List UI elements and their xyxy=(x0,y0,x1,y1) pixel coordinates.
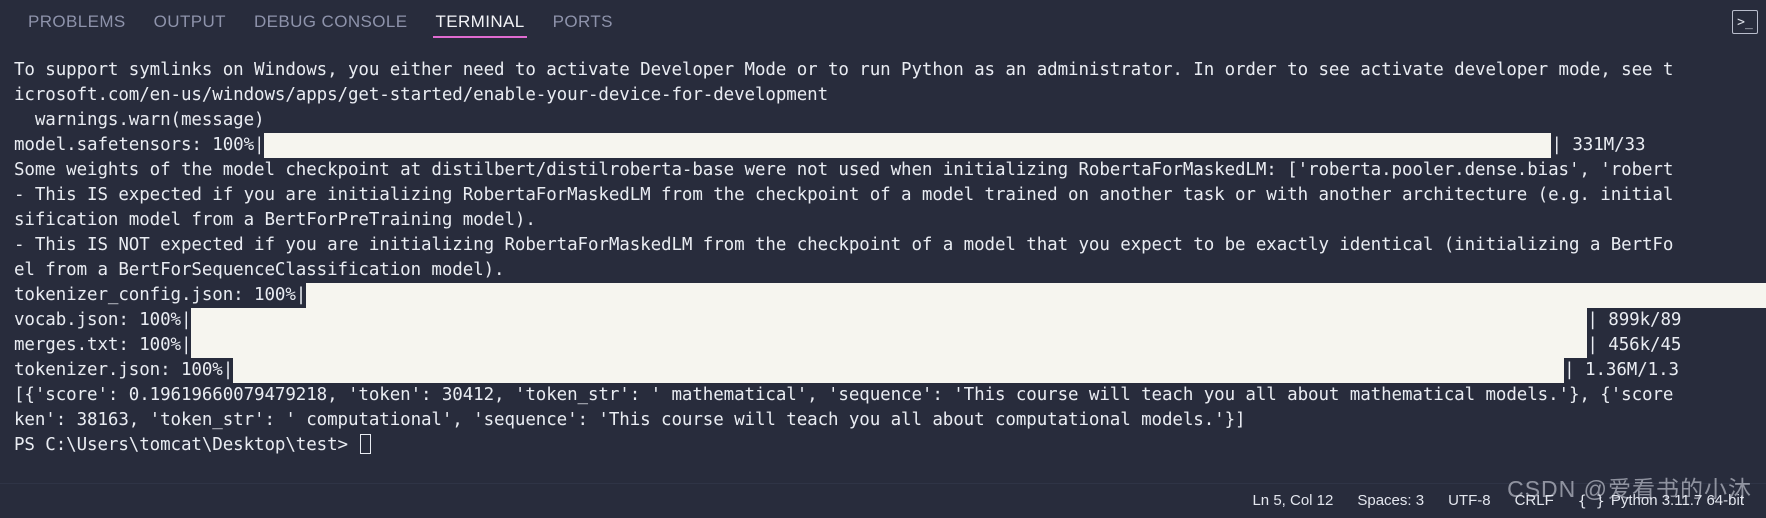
terminal-progress-line: tokenizer_config.json: 100%|| xyxy=(14,283,1766,308)
terminal-line-text: Some weights of the model checkpoint at … xyxy=(14,160,1674,180)
progress-tail: | 899k/89 xyxy=(1587,310,1682,330)
progress-label: tokenizer.json: 100%| xyxy=(14,360,234,380)
progress-bar-fill xyxy=(306,283,1766,308)
prompt-text: PS C:\Users\tomcat\Desktop\test> xyxy=(14,435,359,455)
progress-label: tokenizer_config.json: 100%| xyxy=(14,285,307,305)
panel-tab-bar: PROBLEMS OUTPUT DEBUG CONSOLE TERMINAL P… xyxy=(0,0,1766,44)
status-language-mode[interactable]: { } Python 3.11.7 64-bit xyxy=(1566,484,1756,518)
terminal-line-text: - This IS expected if you are initializi… xyxy=(14,185,1674,205)
braces-icon: { } xyxy=(1577,492,1605,510)
terminal-line-text: icrosoft.com/en-us/windows/apps/get-star… xyxy=(14,85,828,105)
tab-output[interactable]: OUTPUT xyxy=(140,0,240,44)
status-encoding[interactable]: UTF-8 xyxy=(1436,484,1503,518)
tab-ports[interactable]: PORTS xyxy=(539,0,627,44)
terminal-text-line: icrosoft.com/en-us/windows/apps/get-star… xyxy=(14,83,1766,108)
progress-bar-fill xyxy=(264,133,1552,158)
terminal-line-text: ken': 38163, 'token_str': ' computationa… xyxy=(14,410,1246,430)
new-terminal-icon[interactable]: >_ xyxy=(1732,10,1758,34)
terminal-progress-line: tokenizer.json: 100%| | 1.36M/1.3 xyxy=(14,358,1766,383)
progress-bar-fill xyxy=(191,333,1588,358)
status-cursor-position[interactable]: Ln 5, Col 12 xyxy=(1240,484,1345,518)
terminal-line-text: To support symlinks on Windows, you eith… xyxy=(14,60,1674,80)
progress-label: merges.txt: 100%| xyxy=(14,335,192,355)
terminal-output[interactable]: To support symlinks on Windows, you eith… xyxy=(0,44,1766,483)
terminal-line-text: el from a BertForSequenceClassification … xyxy=(14,260,505,280)
terminal-prompt-line: PS C:\Users\tomcat\Desktop\test> xyxy=(14,433,1766,458)
terminal-progress-line: vocab.json: 100%| | 899k/89 xyxy=(14,308,1766,333)
terminal-text-line: ken': 38163, 'token_str': ' computationa… xyxy=(14,408,1766,433)
terminal-line-text: [{'score': 0.19619660079479218, 'token':… xyxy=(14,385,1674,405)
status-indentation[interactable]: Spaces: 3 xyxy=(1345,484,1436,518)
terminal-line-text: warnings.warn(message) xyxy=(14,110,265,130)
tab-terminal[interactable]: TERMINAL xyxy=(421,0,538,44)
terminal-text-line: sification model from a BertForPreTraini… xyxy=(14,208,1766,233)
progress-tail: | 331M/33 xyxy=(1551,135,1646,155)
progress-label: model.safetensors: 100%| xyxy=(14,135,265,155)
progress-bar-fill xyxy=(191,308,1588,333)
terminal-text-line: To support symlinks on Windows, you eith… xyxy=(14,58,1766,83)
progress-tail: | 456k/45 xyxy=(1587,335,1682,355)
status-language-label: Python 3.11.7 64-bit xyxy=(1610,492,1744,509)
terminal-progress-line: model.safetensors: 100%| | 331M/33 xyxy=(14,133,1766,158)
status-line-ending[interactable]: CRLF xyxy=(1503,484,1566,518)
terminal-text-line: [{'score': 0.19619660079479218, 'token':… xyxy=(14,383,1766,408)
progress-label: vocab.json: 100%| xyxy=(14,310,192,330)
terminal-progress-line: merges.txt: 100%| | 456k/45 xyxy=(14,333,1766,358)
terminal-line-text: sification model from a BertForPreTraini… xyxy=(14,210,536,230)
progress-bar-fill xyxy=(233,358,1565,383)
terminal-text-line: Some weights of the model checkpoint at … xyxy=(14,158,1766,183)
tab-problems[interactable]: PROBLEMS xyxy=(14,0,140,44)
terminal-text-line: warnings.warn(message) xyxy=(14,108,1766,133)
vscode-panel: PROBLEMS OUTPUT DEBUG CONSOLE TERMINAL P… xyxy=(0,0,1766,518)
terminal-text-line: el from a BertForSequenceClassification … xyxy=(14,258,1766,283)
progress-tail: | 1.36M/1.3 xyxy=(1564,360,1679,380)
panel-actions: >_ xyxy=(1732,0,1758,44)
terminal-text-line: - This IS NOT expected if you are initia… xyxy=(14,233,1766,258)
terminal-cursor xyxy=(360,434,372,454)
terminal-text-line: - This IS expected if you are initializi… xyxy=(14,183,1766,208)
status-bar: Ln 5, Col 12 Spaces: 3 UTF-8 CRLF { } Py… xyxy=(0,483,1766,518)
tab-debug-console[interactable]: DEBUG CONSOLE xyxy=(240,0,422,44)
terminal-line-text: - This IS NOT expected if you are initia… xyxy=(14,235,1674,255)
